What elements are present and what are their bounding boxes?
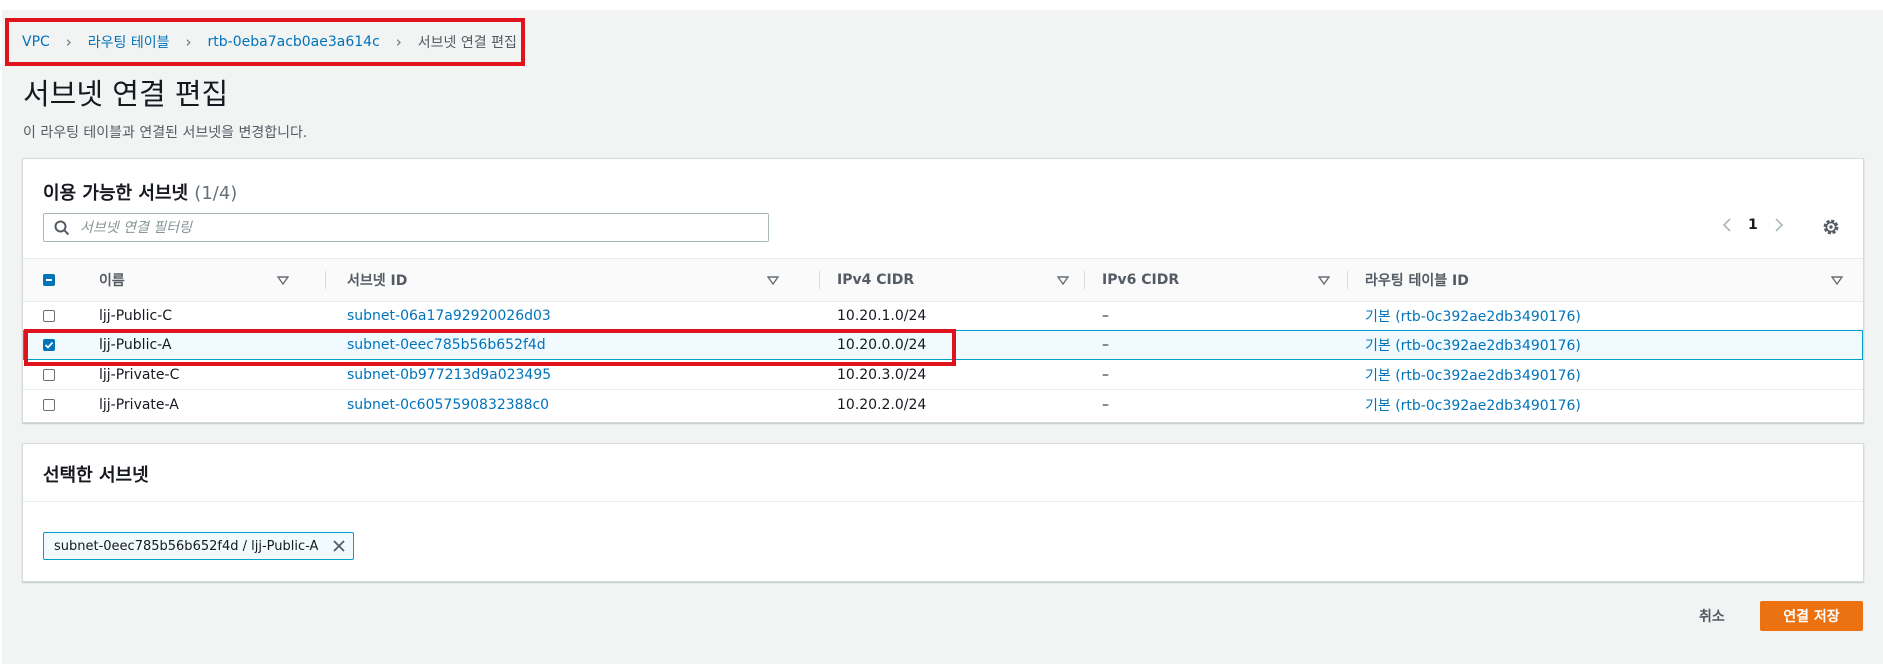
row-checkbox-checked[interactable] <box>43 339 55 351</box>
ipv6-cidr: – <box>1102 337 1109 353</box>
page-title: 서브넷 연결 편집 <box>23 77 229 111</box>
minus-icon <box>46 279 52 281</box>
breadcrumb-current: 서브넷 연결 편집 <box>417 35 517 51</box>
table-row[interactable]: ljj-Private-C subnet-0b977213d9a023495 1… <box>23 360 1863 390</box>
column-label: 이름 <box>99 273 125 289</box>
table-row-selected[interactable]: ljj-Public-A subnet-0eec785b56b652f4d 10… <box>23 330 1863 360</box>
page-description: 이 라우팅 테이블과 연결된 서브넷을 변경합니다. <box>23 125 308 141</box>
column-header-ipv6[interactable]: IPv6 CIDR <box>1102 259 1330 301</box>
available-subnets-panel: 이용 가능한 서브넷 (1/4) 1 이 <box>22 158 1864 423</box>
ipv4-cidr: 10.20.3.0/24 <box>837 366 927 383</box>
search-icon <box>54 220 70 235</box>
checkmark-icon <box>44 341 54 349</box>
selected-subnets-title: 선택한 서브넷 <box>43 465 149 486</box>
subnet-name: ljj-Private-A <box>99 396 179 413</box>
column-label: 서브넷 ID <box>347 273 408 289</box>
column-header-name[interactable]: 이름 <box>99 259 289 301</box>
ipv4-cidr: 10.20.2.0/24 <box>837 396 927 413</box>
breadcrumb-vpc-link[interactable]: VPC <box>22 34 50 50</box>
save-associations-button[interactable]: 연결 저장 <box>1760 601 1863 631</box>
available-subnets-heading: 이용 가능한 서브넷 (1/4) <box>43 179 237 205</box>
column-divider <box>819 271 820 289</box>
breadcrumb-route-tables-link[interactable]: 라우팅 테이블 <box>88 32 170 52</box>
sort-caret-icon[interactable] <box>277 274 289 286</box>
row-checkbox[interactable] <box>43 309 55 322</box>
chevron-left-icon[interactable] <box>1722 217 1732 233</box>
close-icon[interactable] <box>332 539 346 553</box>
column-label: IPv6 CIDR <box>1102 272 1180 288</box>
table-row[interactable]: ljj-Public-C subnet-06a17a92920026d03 10… <box>23 301 1863 331</box>
row-checkbox[interactable] <box>43 368 55 381</box>
route-table-link[interactable]: 기본 (rtb-0c392ae2db3490176) <box>1365 301 1581 330</box>
column-divider <box>1347 271 1348 289</box>
subnet-name: ljj-Private-C <box>99 366 180 383</box>
column-label: 라우팅 테이블 ID <box>1365 273 1469 289</box>
ipv4-cidr: 10.20.0.0/24 <box>837 337 927 353</box>
route-table-link[interactable]: 기본 (rtb-0c392ae2db3490176) <box>1365 360 1581 389</box>
subnet-id-link[interactable]: subnet-0b977213d9a023495 <box>347 360 551 389</box>
subnet-name: ljj-Public-C <box>99 307 172 324</box>
chevron-right-icon[interactable] <box>1774 217 1784 233</box>
breadcrumb-route-table-link[interactable]: rtb-0eba7acb0ae3a614c <box>208 34 380 50</box>
column-header-ipv4[interactable]: IPv4 CIDR <box>837 259 1069 301</box>
select-all-checkbox[interactable] <box>43 274 55 286</box>
sort-caret-icon[interactable] <box>1831 274 1843 286</box>
column-header-subnet-id[interactable]: 서브넷 ID <box>347 259 779 301</box>
route-table-link[interactable]: 기본 (rtb-0c392ae2db3490176) <box>1365 390 1581 419</box>
subnet-filter-input[interactable] <box>78 218 768 237</box>
column-divider <box>325 271 326 289</box>
subnet-id-link[interactable]: subnet-0eec785b56b652f4d <box>347 331 546 359</box>
subnet-id-link[interactable]: subnet-06a17a92920026d03 <box>347 301 551 330</box>
pagination: 1 <box>1722 217 1784 233</box>
ipv6-cidr: – <box>1102 396 1109 413</box>
subnet-name: ljj-Public-A <box>99 337 172 353</box>
breadcrumb: VPC › 라우팅 테이블 › rtb-0eba7acb0ae3a614c › … <box>22 31 517 53</box>
subnet-filter-field[interactable] <box>43 213 769 242</box>
selected-subnet-token: subnet-0eec785b56b652f4d / ljj-Public-A <box>43 532 355 560</box>
selected-subnets-header: 선택한 서브넷 <box>23 444 1863 502</box>
column-divider <box>1084 271 1085 289</box>
chevron-right-icon: › <box>65 33 72 51</box>
available-subnets-title: 이용 가능한 서브넷 <box>43 183 189 204</box>
column-header-route-table[interactable]: 라우팅 테이블 ID <box>1365 259 1843 301</box>
sort-caret-icon[interactable] <box>1057 274 1069 286</box>
cancel-button[interactable]: 취소 <box>1699 606 1725 626</box>
column-label: IPv4 CIDR <box>837 272 915 288</box>
row-checkbox[interactable] <box>43 398 55 411</box>
sort-caret-icon[interactable] <box>767 274 779 286</box>
chevron-right-icon: › <box>185 33 192 51</box>
selection-count: (1/4) <box>194 183 238 204</box>
selected-subnets-panel: 선택한 서브넷 subnet-0eec785b56b652f4d / ljj-P… <box>22 443 1864 582</box>
page-number[interactable]: 1 <box>1748 217 1758 233</box>
route-table-link[interactable]: 기본 (rtb-0c392ae2db3490176) <box>1365 331 1581 359</box>
chevron-right-icon: › <box>395 33 402 51</box>
token-label: subnet-0eec785b56b652f4d / ljj-Public-A <box>54 538 319 554</box>
ipv4-cidr: 10.20.1.0/24 <box>837 307 927 324</box>
ipv6-cidr: – <box>1102 307 1109 324</box>
table-row[interactable]: ljj-Private-A subnet-0c6057590832388c0 1… <box>23 390 1863 419</box>
sort-caret-icon[interactable] <box>1318 274 1330 286</box>
table-header: 이름 서브넷 ID IPv4 CIDR IPv6 CIDR 라우팅 테이블 ID <box>23 258 1863 302</box>
subnet-id-link[interactable]: subnet-0c6057590832388c0 <box>347 390 549 419</box>
ipv6-cidr: – <box>1102 366 1109 383</box>
gear-icon[interactable] <box>1821 217 1841 237</box>
